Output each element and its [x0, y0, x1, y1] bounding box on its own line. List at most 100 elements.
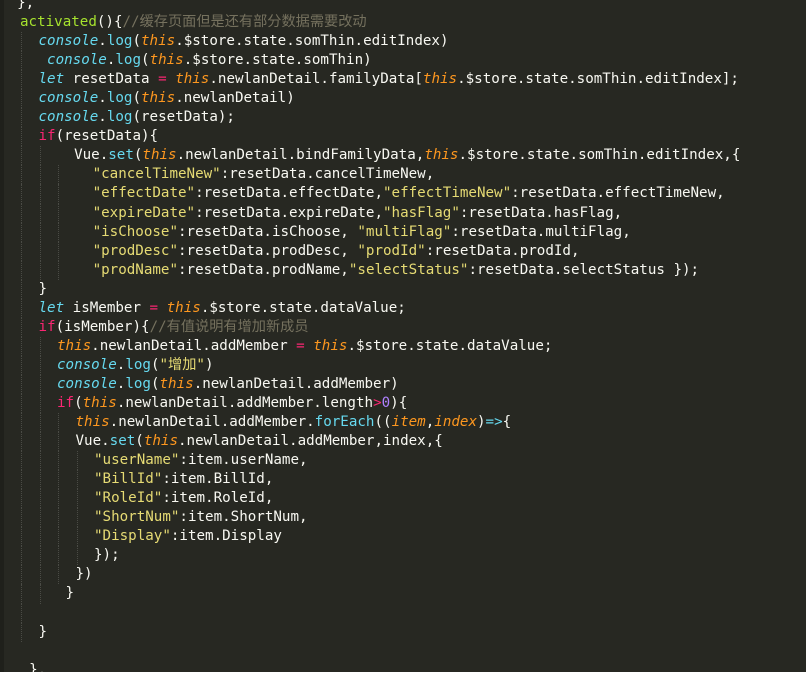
token-fn: log [106, 90, 133, 107]
token-fn: log [106, 33, 133, 50]
code-line[interactable]: "isChoose":resetData.isChoose, "multiFla… [0, 222, 806, 242]
code-line[interactable]: } [0, 622, 806, 642]
token-this: this [141, 33, 176, 50]
token-op: > [373, 394, 382, 411]
token-plain: .$store.state.somThin.editIndex]; [457, 71, 739, 88]
token-num: 0 [381, 394, 391, 411]
code-line[interactable]: if(this.newlanDetail.addMember.length>0)… [0, 393, 806, 414]
token-plain: .newlanDetail.addMember) [193, 375, 399, 392]
token-plain: Vue. [75, 433, 110, 450]
token-str: "prodId" [357, 242, 426, 259]
code-line[interactable]: "cancelTimeNew":resetData.cancelTimeNew, [0, 165, 806, 185]
token-plain: ){ [390, 394, 408, 411]
code-line[interactable]: Vue.set(this.newlanDetail.addMember,inde… [0, 432, 806, 452]
indent-guide [58, 451, 59, 471]
token-plain: :resetData.prodName, [178, 261, 349, 278]
code-line[interactable]: let resetData = this.newlanDetail.family… [0, 70, 806, 90]
code-line[interactable]: console.log(this.$store.state.somThin) [0, 51, 806, 71]
token-plain: .newlanDetail.familyData[ [209, 71, 423, 88]
indent-guide [21, 222, 22, 242]
code-line[interactable]: }, [0, 661, 806, 672]
code-line[interactable]: console.log(this.newlanDetail.addMember) [0, 374, 806, 394]
code-line[interactable]: console.log(this.$store.state.somThin.ed… [0, 32, 806, 52]
code-line[interactable]: }) [0, 565, 806, 585]
code-line[interactable]: "effectDate":resetData.effectDate,"effec… [0, 184, 806, 204]
code-line[interactable]: }); [0, 546, 806, 566]
code-line-content: "userName":item.userName, [94, 451, 308, 470]
code-line-content: console.log("增加") [57, 356, 214, 375]
code-area[interactable]: }, activated(){//缓存页面但是还有部分数据需要改动 console.… [0, 0, 806, 672]
code-line[interactable] [0, 603, 806, 623]
code-line-content: if(resetData){ [39, 127, 159, 146]
code-line[interactable]: Vue.set(this.newlanDetail.bindFamilyData… [0, 146, 806, 166]
token-plain: :item.BillId, [162, 471, 274, 488]
token-this: this [313, 337, 348, 354]
indent-guide [21, 317, 22, 337]
indent-guide [39, 374, 41, 394]
code-line[interactable]: let isMember = this.$store.state.dataVal… [0, 298, 806, 318]
indent-guide [39, 451, 41, 471]
code-line[interactable]: "prodDesc":resetData.prodDesc, "prodId":… [0, 241, 806, 261]
indent-guide [39, 432, 41, 452]
token-this: this [141, 90, 176, 107]
code-line-content: Vue.set(this.newlanDetail.bindFamilyData… [57, 146, 740, 165]
code-line[interactable]: this.newlanDetail.addMember = this.$stor… [0, 336, 806, 356]
code-line[interactable]: "Display":item.Display [0, 527, 806, 547]
code-line[interactable]: if(resetData){ [0, 127, 806, 147]
code-line[interactable]: "BillId":item.BillId, [0, 470, 806, 490]
token-fn: forEach [314, 414, 375, 431]
token-console: console [38, 33, 99, 50]
code-line[interactable]: console.log("增加") [0, 355, 806, 375]
code-line[interactable]: "prodName":resetData.prodName,"selectSta… [0, 260, 806, 280]
indent-guide [39, 222, 41, 242]
code-line[interactable]: console.log(this.newlanDetail) [0, 89, 806, 109]
token-plain: .$store.state.somThin) [183, 52, 372, 69]
token-plain: :resetData.multiFlag, [451, 223, 631, 240]
indent-guide [39, 546, 41, 566]
token-fn: log [115, 52, 142, 69]
token-this: this [82, 394, 117, 411]
indent-guide [39, 184, 41, 204]
code-line[interactable]: } [0, 279, 806, 299]
token-op: = [296, 337, 305, 354]
token-plain: (resetData); [132, 109, 235, 126]
code-line[interactable]: activated(){//缓存页面但是还有部分数据需要改动 [0, 13, 806, 32]
token-op: = [158, 71, 167, 88]
token-str: "cancelTimeNew" [92, 166, 221, 183]
code-line[interactable]: console.log(resetData); [0, 108, 806, 128]
token-param: item [391, 414, 426, 431]
code-line[interactable]: } [0, 584, 806, 604]
code-line[interactable]: if(isMember){//有值说明有增加新成员 [0, 317, 806, 337]
indent-guide [76, 470, 78, 490]
code-line[interactable]: "expireDate":resetData.expireDate,"hasFl… [0, 203, 806, 223]
token-storage: let [38, 71, 65, 88]
token-plain: :resetData.hasFlag, [459, 204, 623, 221]
indent-guide [21, 51, 22, 71]
token-kw: if [38, 128, 56, 145]
token-fn: log [125, 356, 151, 373]
code-line-content: let isMember = this.$store.state.dataVal… [39, 299, 406, 318]
code-line[interactable]: this.newlanDetail.addMember.forEach((ite… [0, 413, 806, 433]
indent-guide [76, 527, 78, 547]
indent-guide [58, 508, 59, 528]
code-line-content: "prodName":resetData.prodName,"selectSta… [76, 261, 699, 280]
code-line-content: "isChoose":resetData.isChoose, "multiFla… [76, 223, 631, 242]
code-line[interactable]: "RoleId":item.RoleId, [0, 489, 806, 509]
code-line[interactable]: "userName":item.userName, [0, 451, 806, 471]
indent-guide [58, 432, 59, 452]
token-str: "prodName" [92, 261, 179, 278]
indent-guide [58, 546, 59, 566]
code-editor[interactable]: }, activated(){//缓存页面但是还有部分数据需要改动 console.… [0, 0, 812, 673]
code-line[interactable]: "ShortNum":item.ShortNum, [0, 508, 806, 528]
indent-guide [21, 184, 22, 204]
code-line[interactable] [0, 642, 806, 661]
code-line-content: }, [0, 0, 34, 13]
indent-guide [58, 527, 59, 547]
code-line[interactable]: }, [0, 0, 806, 13]
token-param: index [434, 414, 477, 431]
indent-guide [21, 355, 22, 375]
